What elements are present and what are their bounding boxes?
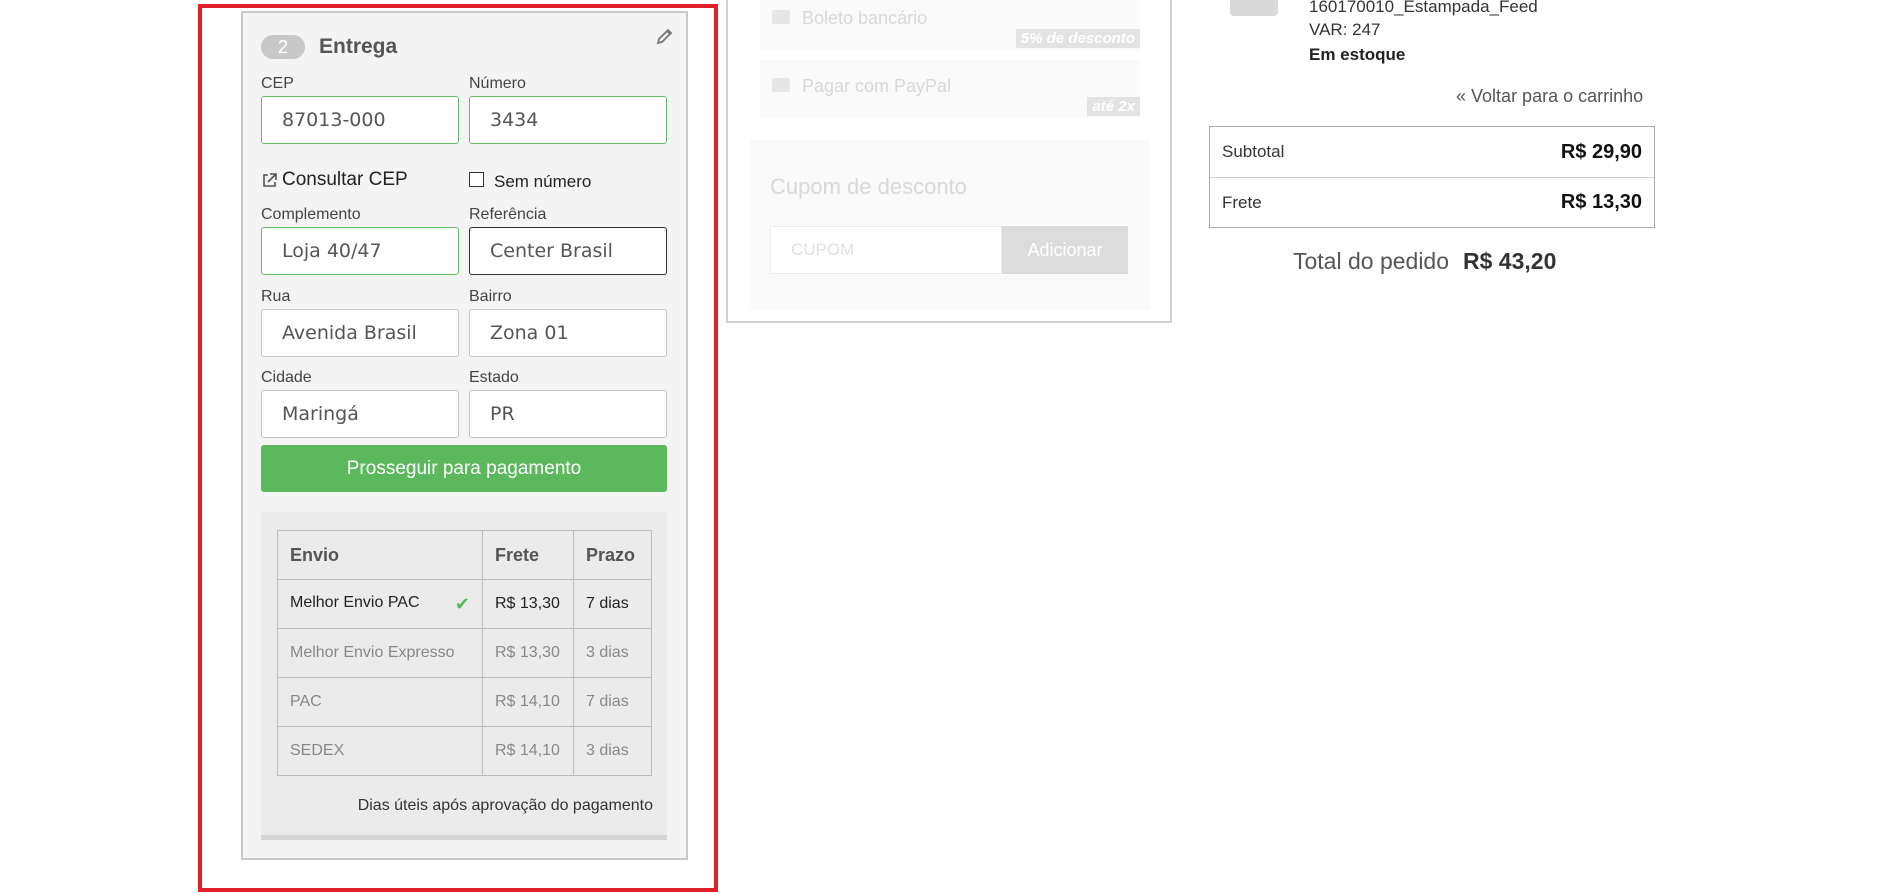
discount-tag: 5% de desconto [1015, 29, 1140, 48]
payment-option-label: Boleto bancário [802, 8, 928, 28]
shipping-cost-label: Frete [1222, 192, 1262, 212]
order-total-label: Total do pedido [1293, 248, 1450, 274]
payment-card: Boleto bancário 5% de desconto Pagar com… [726, 0, 1172, 323]
double-chevron-left-icon: « [1456, 86, 1467, 106]
product-name: 160170010_Estampada_Feed [1309, 0, 1538, 16]
coupon-section: Cupom de desconto CUPOM Adicionar [750, 140, 1150, 310]
subtotal-value: R$ 29,90 [1560, 140, 1642, 163]
back-to-cart-link[interactable]: « Voltar para o carrinho [1456, 86, 1643, 107]
payment-option-paypal[interactable]: Pagar com PayPal até 2x [760, 60, 1140, 118]
order-total: Total do pedido R$ 43,20 [1293, 248, 1556, 275]
paypal-icon [772, 78, 790, 92]
shipping-cost-row: Frete R$ 13,30 [1210, 177, 1654, 227]
totals-box: Subtotal R$ 29,90 Frete R$ 13,30 [1209, 126, 1655, 228]
shipping-cost-value: R$ 13,30 [1560, 191, 1642, 213]
subtotal-label: Subtotal [1222, 142, 1285, 161]
order-total-value: R$ 43,20 [1463, 248, 1557, 274]
coupon-input[interactable]: CUPOM [770, 226, 1002, 274]
product-thumbnail [1230, 0, 1278, 16]
installments-tag: até 2x [1087, 97, 1140, 116]
stock-status: Em estoque [1309, 45, 1406, 64]
highlight-frame [198, 4, 718, 892]
payment-option-label: Pagar com PayPal [802, 76, 952, 96]
add-coupon-button[interactable]: Adicionar [1002, 226, 1128, 274]
subtotal-row: Subtotal R$ 29,90 [1210, 127, 1654, 177]
payment-option-boleto[interactable]: Boleto bancário 5% de desconto [760, 0, 1140, 50]
back-to-cart-label: Voltar para o carrinho [1471, 86, 1644, 106]
product-variant: VAR: 247 [1309, 20, 1381, 39]
coupon-title: Cupom de desconto [770, 174, 967, 199]
barcode-icon [772, 10, 790, 24]
